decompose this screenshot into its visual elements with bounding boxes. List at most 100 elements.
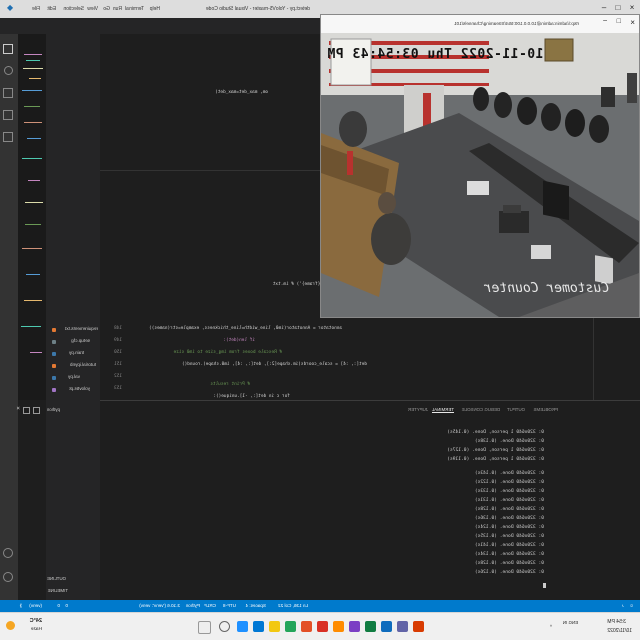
explorer-sidebar bbox=[46, 34, 100, 600]
trash-icon[interactable] bbox=[23, 407, 30, 414]
tray-language[interactable]: ENG IN bbox=[563, 620, 578, 625]
tab-terminal[interactable]: TERMINAL bbox=[431, 407, 454, 413]
tray-date[interactable]: 10/11/2022 bbox=[607, 628, 632, 634]
menu-view[interactable]: View bbox=[87, 6, 98, 12]
status-language[interactable]: Python bbox=[186, 603, 200, 608]
menu-file[interactable]: File bbox=[32, 6, 40, 12]
menu-terminal[interactable]: Terminal bbox=[125, 6, 144, 12]
status-branch[interactable]: (venv) bbox=[29, 603, 42, 608]
feedback-icon[interactable]: ☺ bbox=[629, 603, 634, 608]
line-number: 150 bbox=[114, 350, 122, 355]
code-line: # Print results bbox=[210, 382, 250, 387]
weather-icon[interactable] bbox=[6, 621, 15, 630]
minimize-window-icon[interactable]: – bbox=[603, 17, 607, 24]
outline-section[interactable]: OUTLINE bbox=[47, 576, 66, 581]
explorer-files: requirements.txt setup.cfg train.py tuto… bbox=[46, 318, 100, 398]
taskbar-app-icon[interactable] bbox=[237, 621, 248, 632]
weather-temp[interactable]: 24°C bbox=[30, 618, 42, 624]
taskbar-app-icon[interactable] bbox=[253, 621, 264, 632]
terminal-line: 0: 320x640 1 person, Done. (0.127s) bbox=[447, 448, 544, 453]
tab-output[interactable]: OUTPUT bbox=[507, 407, 525, 412]
run-debug-icon[interactable] bbox=[3, 110, 13, 120]
taskbar-app-icon[interactable] bbox=[333, 621, 344, 632]
windows-start-icon[interactable] bbox=[198, 621, 211, 634]
cctv-timestamp: 10-11-2022 Thu 03:54:43 PM bbox=[327, 47, 544, 62]
terminal-line: 0: 320x640 Done. (0.138s) bbox=[474, 439, 544, 444]
taskbar-app-icon[interactable] bbox=[285, 621, 296, 632]
windows-taskbar: 24°C Haze ^ ENG IN 3:54 PM 10/11/2022 bbox=[0, 612, 640, 640]
status-spaces[interactable]: Spaces: 4 bbox=[246, 603, 266, 608]
explorer-item[interactable]: val.py bbox=[68, 374, 80, 379]
tab-jupyter[interactable]: JUPYTER bbox=[408, 407, 428, 412]
gear-icon[interactable] bbox=[3, 572, 13, 582]
explorer-item[interactable]: requirements.txt bbox=[65, 326, 98, 331]
line-number: 153 bbox=[114, 386, 122, 391]
status-errors[interactable]: 0 bbox=[57, 603, 60, 608]
terminal-line: 0: 320x640 Done. (0.134s) bbox=[474, 552, 544, 557]
excel-icon[interactable] bbox=[365, 621, 376, 632]
explorer-item[interactable]: yolov5s.pt bbox=[69, 386, 90, 391]
status-warnings[interactable]: 0 bbox=[65, 603, 68, 608]
tray-time[interactable]: 3:54 PM bbox=[607, 619, 626, 625]
menu-selection[interactable]: Selection bbox=[63, 6, 84, 12]
terminal-line: 0: 320x640 Done. (0.128s) bbox=[474, 507, 544, 512]
timeline-section[interactable]: TIMELINE bbox=[48, 588, 68, 593]
cctv-scene bbox=[321, 33, 639, 317]
explorer-item[interactable]: setup.cfg bbox=[71, 338, 90, 343]
files-icon[interactable] bbox=[3, 44, 13, 54]
vscode-taskbar-icon[interactable] bbox=[381, 621, 392, 632]
close-window-icon[interactable]: × bbox=[630, 18, 635, 27]
status-interpreter[interactable]: 3.10.6 ('venv': venv) bbox=[139, 603, 180, 608]
menu-go[interactable]: Go bbox=[103, 6, 110, 12]
notebook-file-icon bbox=[52, 364, 56, 368]
terminal-cursor bbox=[543, 583, 546, 588]
explorer-item[interactable]: train.py bbox=[69, 350, 84, 355]
file-explorer-icon[interactable] bbox=[269, 621, 280, 632]
teams-icon[interactable] bbox=[397, 621, 408, 632]
tab-debug-console[interactable]: DEBUG CONSOLE bbox=[462, 407, 500, 412]
terminal-line: 0: 320x640 Done. (0.131s) bbox=[474, 498, 544, 503]
bottom-panel: JUPYTER TERMINAL DEBUG CONSOLE OUTPUT PR… bbox=[16, 400, 640, 600]
status-eol[interactable]: CRLF bbox=[204, 603, 216, 608]
explorer-item[interactable]: tutorial.ipynb bbox=[70, 362, 96, 367]
terminal-line: 0: 320x640 1 person, Done. (0.119s) bbox=[447, 457, 544, 462]
cctv-video-frame: 10-11-2022 Thu 03:54:43 PM Customer Coun… bbox=[321, 33, 639, 317]
cctv-overlay-label: Customer Counter bbox=[483, 281, 609, 296]
video-stream-window[interactable]: × □ – rtsp://admin:admin@10.0.0.100:554/… bbox=[320, 14, 640, 318]
menu-run[interactable]: Run bbox=[113, 6, 122, 12]
code-line: det[:, :4] = scale_coords(im.shape[2:], … bbox=[181, 362, 367, 367]
account-icon[interactable] bbox=[3, 548, 13, 558]
terminal-line: 0: 320x640 Done. (0.141s) bbox=[474, 543, 544, 548]
notifications-bell-icon[interactable]: ♪ bbox=[622, 603, 624, 608]
search-icon[interactable] bbox=[4, 66, 13, 75]
close-window-icon[interactable]: × bbox=[628, 3, 636, 13]
split-terminal-icon[interactable] bbox=[33, 407, 40, 414]
minimize-window-icon[interactable]: – bbox=[600, 3, 608, 13]
status-remote-icon[interactable]: ⟫ bbox=[19, 603, 22, 609]
taskbar-app-icon[interactable] bbox=[413, 621, 424, 632]
extensions-icon[interactable] bbox=[3, 132, 13, 142]
video-window-titlebar[interactable]: × □ – rtsp://admin:admin@10.0.0.100:554/… bbox=[321, 15, 639, 34]
maximize-window-icon[interactable]: □ bbox=[617, 18, 621, 25]
close-panel-icon[interactable]: × bbox=[16, 405, 20, 412]
menu-edit[interactable]: Edit bbox=[47, 6, 56, 12]
menu-help[interactable]: Help bbox=[150, 6, 160, 12]
taskbar-app-icon[interactable] bbox=[301, 621, 312, 632]
terminal-selector[interactable]: python bbox=[47, 407, 60, 412]
window-title: detect.py - YoloV5-master - Visual Studi… bbox=[205, 6, 310, 12]
chrome-icon[interactable] bbox=[317, 621, 328, 632]
code-line: for c in det[:, -1].unique(): bbox=[213, 394, 290, 399]
search-icon[interactable] bbox=[219, 621, 230, 632]
status-encoding[interactable]: UTF-8 bbox=[223, 603, 236, 608]
terminal-line: 0: 320x640 Done. (0.135s) bbox=[474, 534, 544, 539]
line-number: 151 bbox=[114, 362, 122, 367]
source-control-icon[interactable] bbox=[3, 88, 13, 98]
minimap[interactable] bbox=[18, 34, 46, 400]
taskbar-app-icon[interactable] bbox=[349, 621, 360, 632]
weather-desc[interactable]: Haze bbox=[31, 627, 42, 632]
tray-chevron-icon[interactable]: ^ bbox=[550, 624, 552, 629]
status-position[interactable]: Ln 136, Col 22 bbox=[278, 603, 308, 608]
vscode-logo-icon: ◆ bbox=[6, 3, 14, 12]
maximize-window-icon[interactable]: □ bbox=[614, 3, 622, 13]
tab-problems[interactable]: PROBLEMS bbox=[534, 407, 558, 412]
